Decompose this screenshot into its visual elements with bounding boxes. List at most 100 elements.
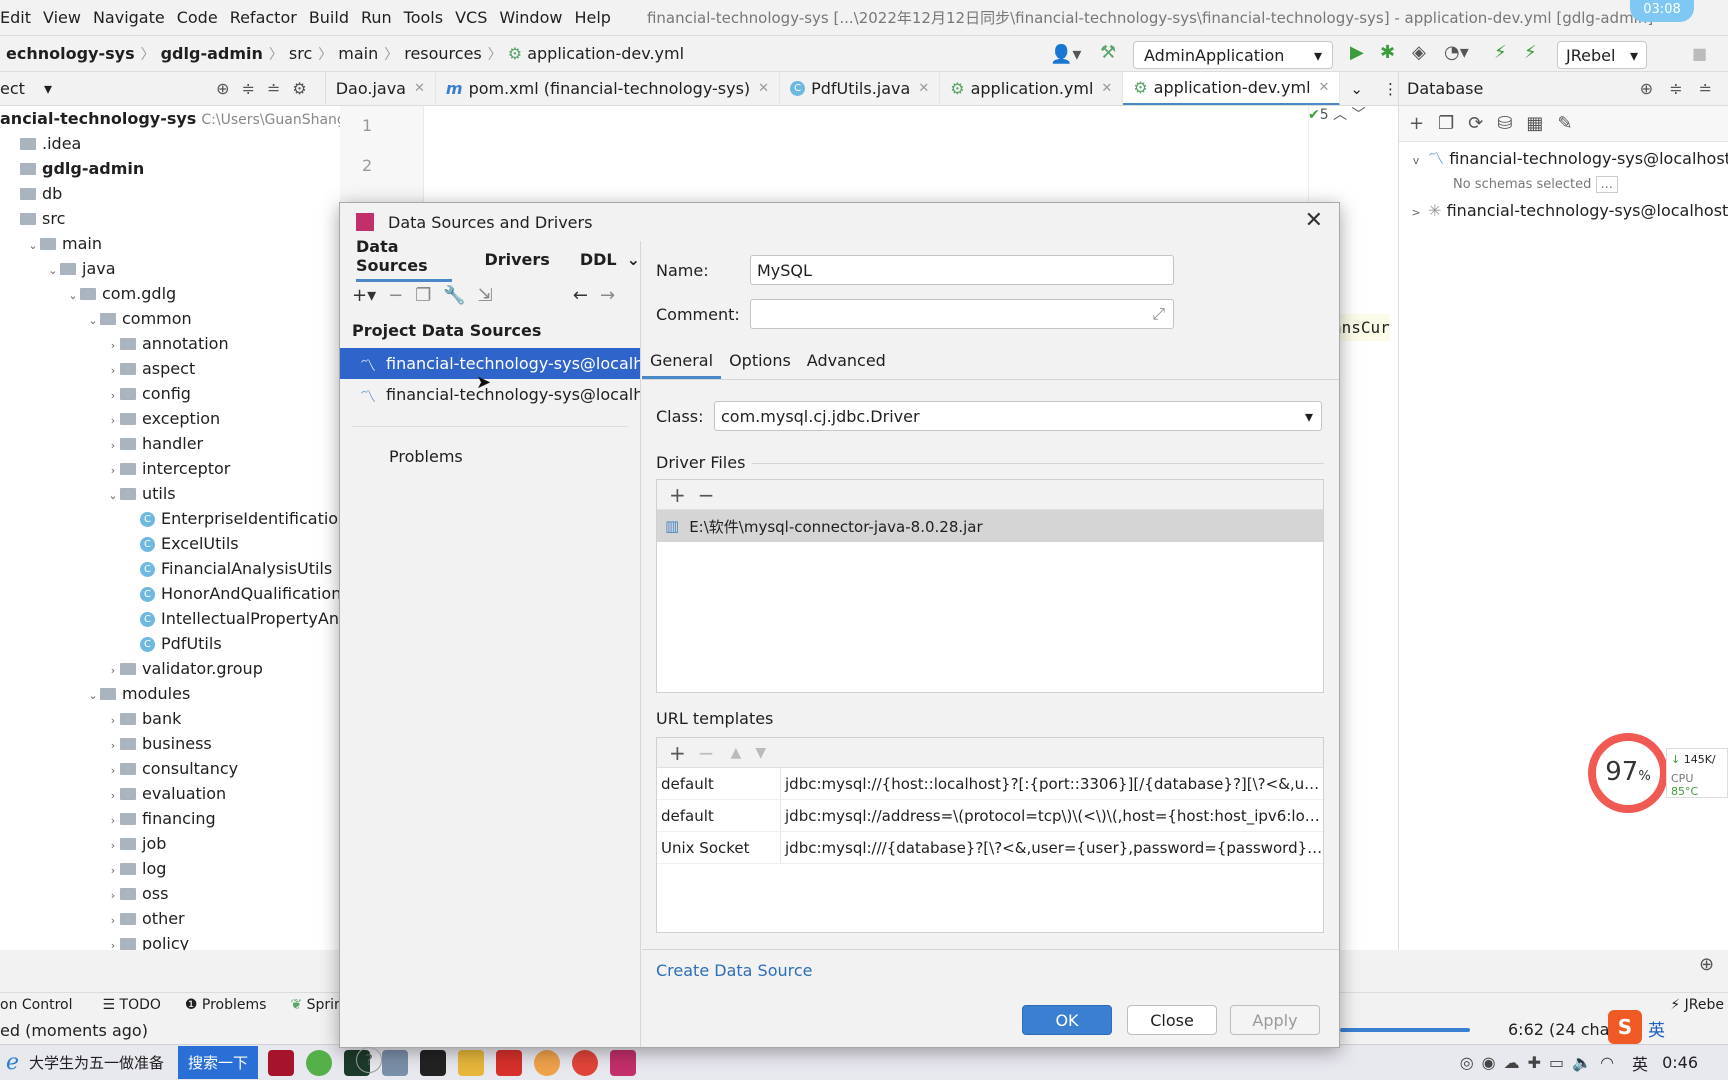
add-icon[interactable]: +	[669, 483, 686, 507]
tree-folder-item[interactable]: db	[0, 181, 340, 206]
tab-general[interactable]: General	[642, 345, 722, 379]
volume-icon[interactable]: 🔈	[1572, 1053, 1600, 1072]
table-row[interactable]: Unix Socket jdbc:mysql:///{database}?[\?<…	[657, 832, 1323, 864]
folder-icon[interactable]	[458, 1049, 485, 1076]
crumb-project[interactable]: echnology-sys	[6, 44, 135, 63]
sogou-icon[interactable]: S	[1608, 1010, 1642, 1044]
chrome-icon[interactable]	[572, 1049, 599, 1076]
taskbar-news-text[interactable]: 大学生为五一做准备	[29, 1052, 164, 1073]
menu-refactor[interactable]: Refactor	[230, 8, 297, 27]
tree-root[interactable]: ancial-technology-sys C:\Users\GuanShang…	[0, 106, 340, 131]
stop-icon[interactable]: ■	[1692, 44, 1707, 63]
user-icon[interactable]: 👤▾	[1050, 44, 1081, 65]
jrebel-select[interactable]: JRebel ▾	[1557, 41, 1647, 69]
tree-folder-item[interactable]: › log	[0, 856, 340, 881]
tree-folder-item[interactable]: › interceptor	[0, 456, 340, 481]
tree-class-item[interactable]: C PdfUtils	[0, 631, 340, 656]
chevron-down-icon[interactable]: ⌄	[627, 250, 640, 269]
tree-folder-item[interactable]: › job	[0, 831, 340, 856]
chevron-right-icon[interactable]: ›	[106, 858, 120, 883]
crumb-src[interactable]: src	[289, 44, 312, 63]
inspection-widget[interactable]: ✔5 ︿ ﹀	[1308, 104, 1366, 124]
driver-file-row[interactable]: ▥ E:\软件\mysql-connector-java-8.0.28.jar	[657, 510, 1323, 542]
profile-icon[interactable]: ◔▾	[1444, 42, 1469, 63]
jrebel-tab[interactable]: ⚡ JRebe	[1670, 997, 1724, 1013]
app-icon[interactable]	[268, 1049, 295, 1076]
wifi-icon[interactable]: ◠	[1600, 1053, 1622, 1072]
menu-edit[interactable]: Edit	[0, 8, 31, 27]
coverage-icon[interactable]: ◈	[1412, 42, 1426, 63]
taskbar-search-button[interactable]: 搜索一下	[178, 1046, 259, 1079]
add-icon[interactable]: +	[1409, 113, 1438, 134]
tree-class-item[interactable]: C EnterpriseIdentificationA	[0, 506, 340, 531]
remove-icon[interactable]: −	[388, 285, 403, 306]
run-configuration-select[interactable]: AdminApplication ▾	[1133, 41, 1333, 69]
expand-icon[interactable]: ≑	[1669, 79, 1698, 98]
tab-drivers[interactable]: Drivers	[484, 250, 549, 269]
chevron-right-icon[interactable]: ›	[106, 383, 120, 408]
browser-icon[interactable]	[306, 1049, 333, 1076]
help-button[interactable]: ?	[356, 1047, 382, 1073]
menu-help[interactable]: Help	[574, 8, 610, 27]
tree-folder-item[interactable]: › validator.group	[0, 656, 340, 681]
idea-icon[interactable]	[610, 1049, 637, 1076]
tree-folder-item[interactable]: ⌄ com.gdlg	[0, 281, 340, 306]
tree-folder-item[interactable]: .idea	[0, 131, 340, 156]
jrebel-debug-icon[interactable]: ⚡	[1524, 42, 1537, 63]
collapse-all-icon[interactable]: ≐	[267, 79, 292, 98]
menu-vcs[interactable]: VCS	[455, 8, 487, 27]
expand-field-icon[interactable]: ⤢	[1152, 304, 1165, 324]
copy-icon[interactable]: ❐	[1438, 113, 1468, 134]
project-view-select[interactable]: ect ▾	[0, 79, 52, 98]
table-row[interactable]: default jdbc:mysql://{host::localhost}?[:…	[657, 768, 1323, 800]
remove-icon[interactable]: −	[698, 483, 715, 507]
tree-folder-item[interactable]: › handler	[0, 431, 340, 456]
globe-icon[interactable]: ⊕	[1640, 79, 1669, 98]
ime-indicator[interactable]: 英	[1632, 1051, 1648, 1075]
tab-application-dev-yml[interactable]: ⚙ application-dev.yml ✕	[1123, 72, 1341, 105]
tree-folder-item[interactable]: › oss	[0, 881, 340, 906]
expand-all-icon[interactable]: ≑	[242, 79, 267, 98]
close-icon[interactable]: ✕	[1305, 210, 1323, 232]
add-icon[interactable]: +▾	[352, 285, 376, 306]
tree-class-item[interactable]: C HonorAndQualificationA	[0, 581, 340, 606]
refresh-icon[interactable]: ⟳	[1468, 113, 1497, 134]
tab-dao[interactable]: Dao.java ✕	[326, 72, 436, 105]
menu-run[interactable]: Run	[361, 8, 392, 27]
tray-browser-icon[interactable]: ◉	[1482, 1053, 1504, 1072]
tab-options[interactable]: Options	[721, 345, 799, 379]
chevron-right-icon[interactable]: ›	[106, 783, 120, 808]
chevron-right-icon[interactable]: ›	[106, 433, 120, 458]
comment-field[interactable]: ⤢	[750, 299, 1174, 329]
tree-folder-item[interactable]: src	[0, 206, 340, 231]
terminal-icon[interactable]	[420, 1049, 447, 1076]
tray-plus-icon[interactable]: ✚	[1528, 1053, 1549, 1072]
db-connection-1[interactable]: v 〽 financial-technology-sys@localhost	[1399, 146, 1728, 172]
crumb-module[interactable]: gdlg-admin	[161, 44, 263, 63]
todo-tab[interactable]: ☰ TODO	[103, 997, 161, 1013]
menu-tools[interactable]: Tools	[404, 8, 443, 27]
chevron-right-icon[interactable]: ›	[106, 358, 120, 383]
cloud-icon[interactable]: ☁	[1504, 1053, 1528, 1072]
chevron-right-icon[interactable]: ›	[106, 808, 120, 833]
schema-icon[interactable]: ⛁	[1497, 113, 1526, 134]
forward-arrow-icon[interactable]: →	[600, 285, 615, 306]
build-hammer-icon[interactable]: ⚒	[1100, 42, 1116, 63]
tree-folder-item[interactable]: › config	[0, 381, 340, 406]
globe-icon[interactable]: ⊕	[1699, 954, 1714, 975]
chevron-right-icon[interactable]: ›	[106, 883, 120, 908]
more-icon[interactable]: ⋮	[1383, 80, 1398, 98]
table-icon[interactable]: ▦	[1526, 113, 1557, 134]
menu-code[interactable]: Code	[177, 8, 218, 27]
tree-folder-item[interactable]: › annotation	[0, 331, 340, 356]
chevron-right-icon[interactable]: ›	[106, 933, 120, 950]
crumb-main[interactable]: main	[338, 44, 378, 63]
remove-icon[interactable]: −	[698, 741, 715, 765]
close-icon[interactable]: ✕	[414, 81, 425, 96]
tray-app-icon[interactable]: ◎	[1460, 1053, 1482, 1072]
wrench-icon[interactable]: 🔧	[443, 285, 465, 306]
tree-folder-item[interactable]: › bank	[0, 706, 340, 731]
chevron-down-icon[interactable]: ⌄	[26, 233, 40, 258]
memory-gauge[interactable]: 97%	[1588, 733, 1668, 813]
chevron-right-icon[interactable]: ›	[106, 458, 120, 483]
